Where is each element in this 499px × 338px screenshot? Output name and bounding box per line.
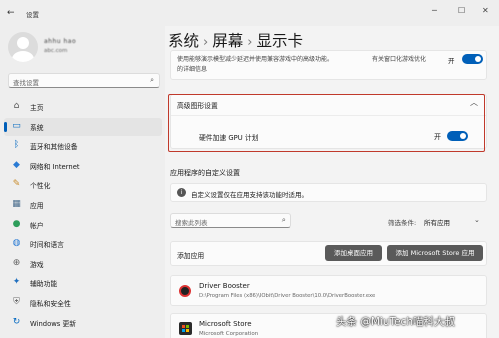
card-description-line1: 使用能够演示模型减少延迟并使用兼容游戏中的高级功能。 <box>177 56 334 63</box>
breadcrumb-item-display[interactable]: 屏幕 <box>212 32 243 50</box>
user-name: ahhu hao <box>44 38 77 45</box>
sidebar: ahhu hao abc.com 查找设置 ⌕ ⌂ 主页 ▭ 系统 ᛒ 蓝牙和其他设备 ◆ 网… <box>0 26 165 338</box>
sidebar-item-label: 游戏 <box>30 260 44 269</box>
update-icon: ↻ <box>12 316 21 327</box>
card-description-line2: 的详细信息 <box>177 66 208 73</box>
sidebar-item-label: 网络和 Internet <box>30 162 80 171</box>
section-title: 应用程序的自定义设置 <box>170 169 240 177</box>
add-app-label: 添加应用 <box>177 252 205 260</box>
page-title: 显示卡 <box>256 32 303 50</box>
bluetooth-icon: ᛒ <box>13 140 20 151</box>
sidebar-item-5[interactable]: ▦ 应用 <box>4 196 162 214</box>
store-icon <box>179 322 192 335</box>
apps-icon: ▦ <box>12 199 21 209</box>
sidebar-item-11[interactable]: ↻ Windows 更新 <box>4 314 162 332</box>
list-search-placeholder: 搜索此列表 <box>175 219 208 227</box>
sidebar-item-label: 帐户 <box>30 221 44 230</box>
monitor-icon: ▭ <box>12 120 21 131</box>
filter-dropdown[interactable]: 所有应用 ⌄ <box>420 213 486 228</box>
window-title: 设置 <box>26 11 39 19</box>
list-search-input[interactable]: 搜索此列表 ⌕ <box>170 213 291 228</box>
sidebar-item-label: 时间和语言 <box>30 241 64 250</box>
main-content: 系统 › 屏幕 › 显示卡 使用能够演示模型减少延迟并使用兼容游戏中的高级功能。 有关窗… <box>165 26 499 338</box>
avatar[interactable] <box>8 32 38 62</box>
sidebar-item-6[interactable]: ● 帐户 <box>4 216 162 234</box>
minimize-button[interactable]: ─ <box>432 6 437 15</box>
windowed-game-toggle[interactable] <box>462 54 483 64</box>
sidebar-item-10[interactable]: ⛨ 隐私和安全性 <box>4 294 162 312</box>
wifi-icon: ◆ <box>13 159 20 170</box>
chevron-down-icon: ⌄ <box>474 216 480 224</box>
breadcrumb: 系统 › 屏幕 › 显示卡 <box>168 29 303 51</box>
add-desktop-app-button[interactable]: 添加桌面应用 <box>325 245 382 261</box>
info-card: i 自定义设置仅在应用支持该功能时适用。 <box>170 183 487 202</box>
app-name: Driver Booster <box>199 282 250 290</box>
sidebar-item-label: 蓝牙和其他设备 <box>30 143 78 152</box>
sidebar-item-label: 辅助功能 <box>30 280 58 289</box>
gamepad-icon: ⊕ <box>12 257 21 268</box>
breadcrumb-separator: › <box>203 35 209 50</box>
accessibility-icon: ✦ <box>12 277 21 288</box>
search-icon: ⌕ <box>281 215 286 224</box>
sidebar-item-9[interactable]: ✦ 辅助功能 <box>4 274 162 292</box>
app-name: Microsoft Store <box>199 320 252 328</box>
add-app-card: 添加应用 添加桌面应用 添加 Microsoft Store 应用 <box>170 241 487 266</box>
sidebar-item-3[interactable]: ◆ 网络和 Internet <box>4 157 162 175</box>
sidebar-item-label: 隐私和安全性 <box>30 300 71 308</box>
sidebar-item-label: Windows 更新 <box>30 319 77 328</box>
breadcrumb-separator: › <box>247 35 253 50</box>
user-email: abc.com <box>44 48 68 54</box>
back-button[interactable]: ← <box>7 8 15 18</box>
sidebar-item-2[interactable]: ᛒ 蓝牙和其他设备 <box>4 137 162 155</box>
sidebar-item-label: 个性化 <box>30 182 51 191</box>
sidebar-item-label: 主页 <box>30 104 44 112</box>
close-button[interactable]: ✕ <box>482 6 489 15</box>
app-list-item[interactable]: Driver Booster D:\Program Files (x86)\IO… <box>170 275 487 306</box>
sidebar-item-7[interactable]: ◍ 时间和语言 <box>4 235 162 253</box>
sidebar-item-label: 系统 <box>30 123 44 132</box>
sidebar-item-0[interactable]: ⌂ 主页 <box>4 98 162 116</box>
brush-icon: ✎ <box>12 179 21 190</box>
filter-label: 筛选条件: <box>388 219 417 227</box>
sidebar-item-8[interactable]: ⊕ 游戏 <box>4 255 162 273</box>
info-icon: i <box>177 188 186 197</box>
search-input[interactable]: 查找设置 ⌕ <box>8 73 160 88</box>
search-placeholder: 查找设置 <box>13 79 39 87</box>
sidebar-item-label: 应用 <box>30 202 44 210</box>
maximize-button[interactable]: ☐ <box>458 6 465 15</box>
sidebar-item-4[interactable]: ✎ 个性化 <box>4 176 162 194</box>
info-text: 自定义设置仅在应用支持该功能时适用。 <box>191 191 308 199</box>
watermark: 头条 @MiuTech喵科大叔 <box>336 316 455 328</box>
active-indicator <box>4 121 7 132</box>
optimization-link[interactable]: 有关窗口化游戏优化 <box>372 54 426 63</box>
globe-icon: ◍ <box>12 238 21 249</box>
title-bar: ← 设置 ─ ☐ ✕ <box>0 0 499 26</box>
app-path: Microsoft Corporation <box>199 331 259 337</box>
sidebar-item-1[interactable]: ▭ 系统 <box>4 117 162 136</box>
account-icon: ● <box>12 218 21 229</box>
shield-icon: ⛨ <box>13 297 20 307</box>
app-path: D:\Program Files (x86)\IObit\Driver Boos… <box>199 293 376 299</box>
add-store-app-button[interactable]: 添加 Microsoft Store 应用 <box>387 245 483 261</box>
filter-value: 所有应用 <box>424 219 450 227</box>
driver-booster-icon <box>179 285 191 297</box>
search-icon: ⌕ <box>150 76 154 84</box>
highlight-box <box>168 94 485 152</box>
toggle-state-label: 开 <box>448 57 455 65</box>
home-icon: ⌂ <box>13 101 20 111</box>
windowed-game-optimization-card: 使用能够演示模型减少延迟并使用兼容游戏中的高级功能。 有关窗口化游戏优化 的详细… <box>170 50 487 80</box>
breadcrumb-item-system[interactable]: 系统 <box>168 32 199 50</box>
